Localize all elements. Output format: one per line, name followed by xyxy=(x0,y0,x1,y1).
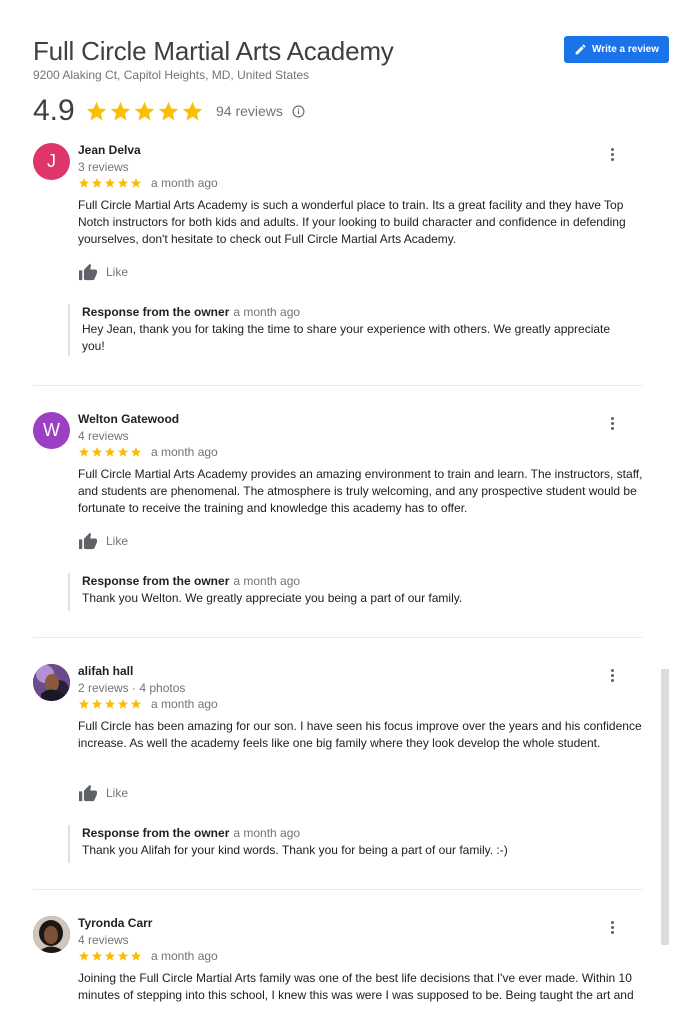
star-icon xyxy=(110,101,131,120)
review-time: a month ago xyxy=(151,697,218,711)
owner-response: Response from the owner a month ago Hey J… xyxy=(68,304,632,356)
star-icon xyxy=(79,699,89,709)
star-icon xyxy=(118,951,128,961)
review-rating: a month ago xyxy=(78,949,218,963)
review-text: Joining the Full Circle Martial Arts fam… xyxy=(78,971,634,1002)
star-icon xyxy=(131,699,141,709)
review-time: a month ago xyxy=(151,445,218,459)
response-label: Response from the owner xyxy=(82,305,230,319)
star-icon xyxy=(92,699,102,709)
like-button[interactable]: Like xyxy=(78,784,128,802)
more-options-icon[interactable] xyxy=(607,666,617,684)
review-rating: a month ago xyxy=(78,697,218,711)
profile-photo-icon xyxy=(33,664,70,701)
divider xyxy=(33,385,642,386)
avatar[interactable] xyxy=(33,916,70,953)
response-text: Hey Jean, thank you for taking the time … xyxy=(82,322,611,353)
star-icon xyxy=(92,178,102,188)
star-icon xyxy=(182,101,203,120)
average-stars xyxy=(85,100,204,123)
thumbs-up-icon xyxy=(79,784,97,802)
response-text: Thank you Alifah for your kind words. Th… xyxy=(82,843,508,857)
star-icon xyxy=(79,447,89,457)
review-author[interactable]: Jean Delva xyxy=(78,143,141,157)
review-stars xyxy=(78,698,142,710)
write-review-label: Write a review xyxy=(591,44,660,55)
review-stars xyxy=(78,950,142,962)
review-stars xyxy=(78,446,142,458)
response-time: a month ago xyxy=(233,574,301,588)
write-review-button[interactable]: Write a review xyxy=(564,36,669,63)
more-options-icon[interactable] xyxy=(607,414,617,432)
like-label: Like xyxy=(106,265,129,279)
star-icon xyxy=(92,447,102,457)
owner-response: Response from the owner a month ago Thank… xyxy=(68,825,632,863)
star-icon xyxy=(118,699,128,709)
author-meta: 3 reviews xyxy=(78,160,129,174)
author-meta: 2 reviews · 4 photos xyxy=(78,681,186,695)
owner-response: Response from the owner a month ago Thank… xyxy=(68,573,632,611)
divider xyxy=(33,637,642,638)
review-text: Full Circle has been amazing for our son… xyxy=(78,719,642,750)
review-text: Full Circle Martial Arts Academy is such… xyxy=(78,198,626,246)
review-time: a month ago xyxy=(151,176,218,190)
total-reviews: 94 reviews xyxy=(216,103,283,119)
star-icon xyxy=(105,178,115,188)
average-rating: 4.9 xyxy=(33,94,75,127)
review-author[interactable]: alifah hall xyxy=(78,664,133,678)
response-label: Response from the owner xyxy=(82,826,230,840)
star-icon xyxy=(158,101,179,120)
like-button[interactable]: Like xyxy=(78,532,128,550)
thumbs-up-icon xyxy=(79,263,97,281)
avatar[interactable] xyxy=(33,664,70,701)
scrollbar[interactable] xyxy=(661,669,669,945)
response-label: Response from the owner xyxy=(82,574,230,588)
profile-photo-icon xyxy=(33,916,70,953)
avatar-initial: J xyxy=(47,151,56,171)
like-label: Like xyxy=(106,786,129,800)
review-rating: a month ago xyxy=(78,445,218,459)
star-icon xyxy=(86,101,107,120)
avatar[interactable]: W xyxy=(33,412,70,449)
more-options-icon[interactable] xyxy=(607,918,617,936)
review-text: Full Circle Martial Arts Academy provide… xyxy=(78,467,643,515)
more-options-icon[interactable] xyxy=(607,145,617,163)
star-icon xyxy=(105,447,115,457)
divider xyxy=(33,889,642,890)
like-label: Like xyxy=(106,534,129,548)
review-stars xyxy=(78,177,142,189)
star-icon xyxy=(92,951,102,961)
review-time: a month ago xyxy=(151,949,218,963)
like-button[interactable]: Like xyxy=(78,263,128,281)
pencil-icon xyxy=(575,44,586,55)
star-icon xyxy=(134,101,155,120)
star-icon xyxy=(131,447,141,457)
star-icon xyxy=(105,699,115,709)
author-meta: 4 reviews xyxy=(78,429,129,443)
business-address: 9200 Alaking Ct, Capitol Heights, MD, Un… xyxy=(33,68,310,82)
response-time: a month ago xyxy=(233,826,301,840)
star-icon xyxy=(118,447,128,457)
review-rating: a month ago xyxy=(78,176,218,190)
review-author[interactable]: Tyronda Carr xyxy=(78,916,152,930)
review-author[interactable]: Welton Gatewood xyxy=(78,412,179,426)
star-icon xyxy=(131,951,141,961)
thumbs-up-icon xyxy=(79,532,97,550)
star-icon xyxy=(105,951,115,961)
avatar-initial: W xyxy=(43,420,60,440)
star-icon xyxy=(118,178,128,188)
rating-summary: 4.9 94 reviews xyxy=(33,94,305,128)
star-icon xyxy=(79,951,89,961)
star-icon xyxy=(79,178,89,188)
response-text: Thank you Welton. We greatly appreciate … xyxy=(82,591,463,605)
avatar[interactable]: J xyxy=(33,143,70,180)
star-icon xyxy=(131,178,141,188)
response-time: a month ago xyxy=(233,305,301,319)
info-icon[interactable] xyxy=(292,105,305,118)
author-meta: 4 reviews xyxy=(78,933,129,947)
